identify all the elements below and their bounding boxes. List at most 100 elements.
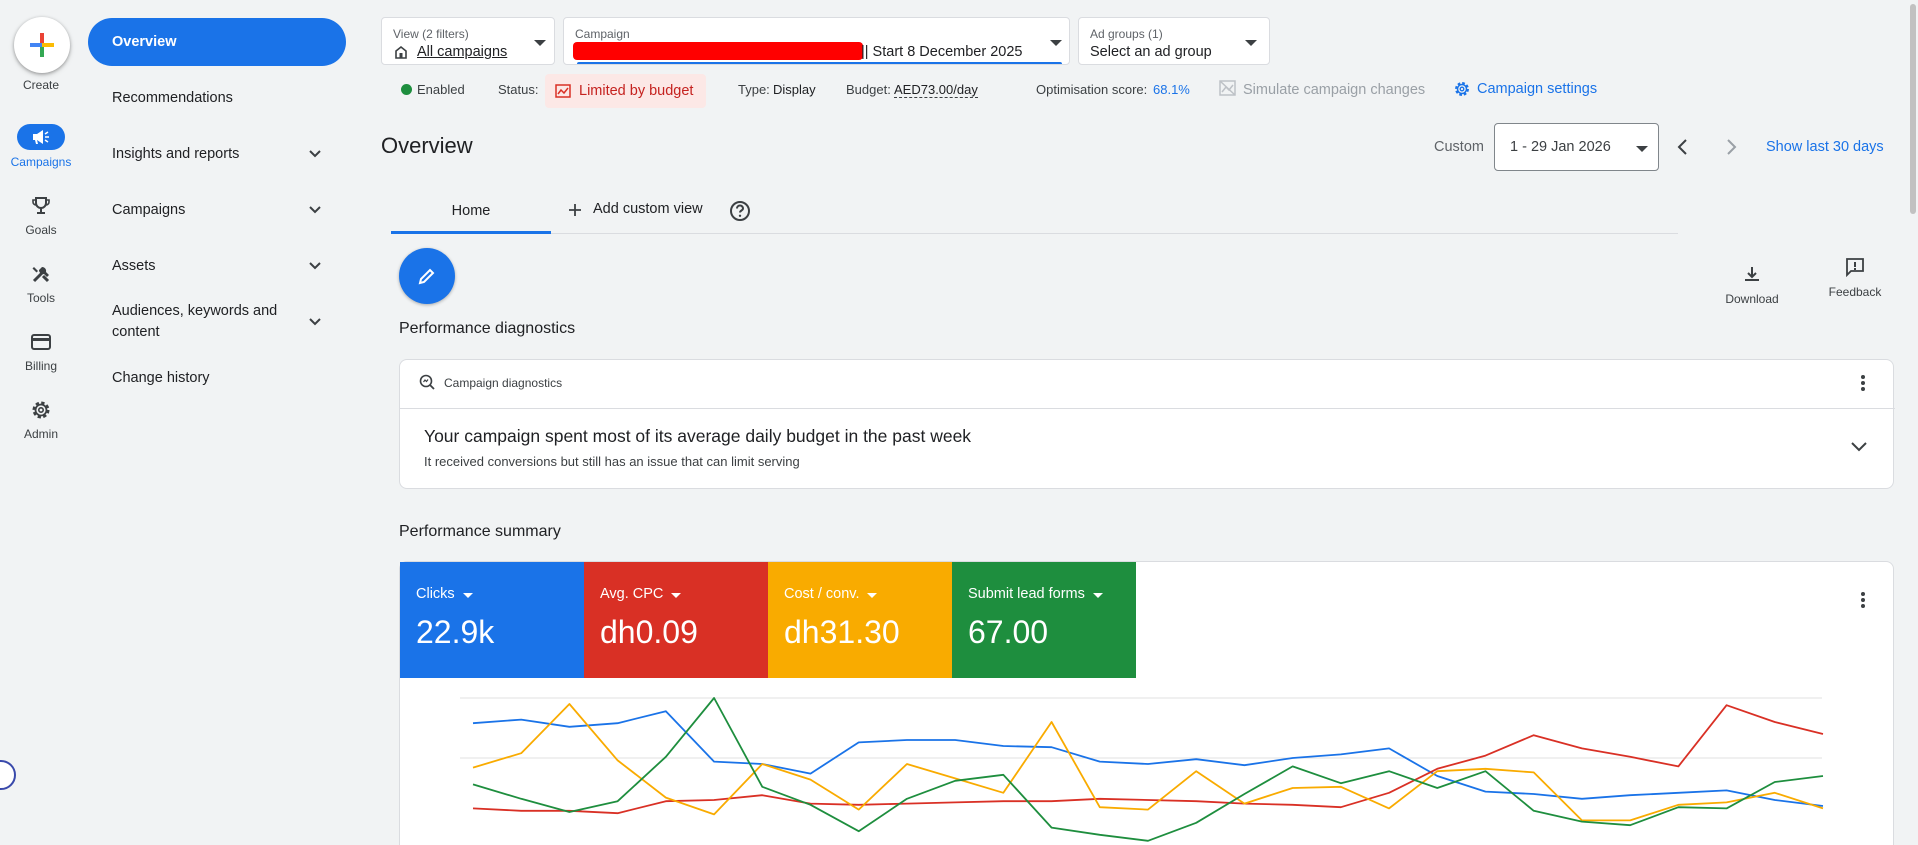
series-line-3 bbox=[472, 697, 1824, 842]
chevron-down-icon bbox=[309, 206, 321, 214]
nav-item-insights[interactable]: Insights and reports bbox=[88, 130, 346, 178]
nav-item-recommendations[interactable]: Recommendations bbox=[88, 74, 346, 122]
expand-chevron-icon[interactable] bbox=[1850, 441, 1868, 453]
nav-item-assets[interactable]: Assets bbox=[88, 242, 346, 290]
tab-home-label: Home bbox=[451, 203, 491, 219]
scrollbar-track[interactable] bbox=[1908, 0, 1918, 845]
rail-label-goals: Goals bbox=[25, 223, 57, 237]
scrollbar-thumb[interactable] bbox=[1910, 4, 1916, 214]
simulate-link[interactable]: Simulate campaign changes bbox=[1243, 82, 1425, 98]
metric-label: Clicks bbox=[416, 586, 455, 602]
campaign-settings-link[interactable]: Campaign settings bbox=[1477, 81, 1597, 97]
nav-label: Campaigns bbox=[112, 202, 186, 218]
trophy-icon bbox=[27, 192, 55, 220]
rail-item-admin[interactable]: Admin bbox=[0, 396, 82, 456]
metric-card-1[interactable]: Avg. CPC dh0.09 bbox=[584, 562, 768, 678]
simulate-icon bbox=[1219, 80, 1236, 96]
card-divider bbox=[400, 408, 1895, 409]
nav-item-audiences[interactable]: Audiences, keywords and content bbox=[88, 298, 346, 346]
rail-item-tools[interactable]: Tools bbox=[0, 260, 82, 320]
chevron-left-icon[interactable] bbox=[1674, 137, 1692, 157]
add-custom-view-label: Add custom view bbox=[593, 201, 703, 217]
store-icon bbox=[395, 45, 407, 59]
chevron-down-icon bbox=[309, 150, 321, 158]
create-button[interactable] bbox=[14, 17, 70, 73]
rail-label-admin: Admin bbox=[23, 427, 58, 441]
performance-chart bbox=[460, 697, 1824, 842]
metric-label: Cost / conv. bbox=[784, 586, 860, 602]
nav-label: Audiences, keywords and content bbox=[112, 302, 278, 340]
more-vert-icon[interactable] bbox=[1860, 373, 1866, 393]
status-badge[interactable]: Limited by budget bbox=[545, 74, 706, 108]
nav-item-campaigns[interactable]: Campaigns bbox=[88, 186, 346, 234]
diagnostics-section-title: Performance diagnostics bbox=[399, 320, 576, 337]
caret-down-icon bbox=[463, 593, 473, 598]
tabs-divider bbox=[391, 233, 1678, 234]
metric-label: Avg. CPC bbox=[600, 586, 664, 602]
summary-section-title: Performance summary bbox=[399, 523, 561, 540]
diagnostics-subline: It received conversions but still has an… bbox=[424, 454, 800, 469]
chevron-right-icon[interactable] bbox=[1722, 137, 1740, 157]
nav-label: Assets bbox=[112, 258, 156, 274]
view-filter-value: All campaigns bbox=[417, 44, 508, 60]
opt-score-label: Optimisation score: bbox=[1036, 82, 1148, 97]
nav-label: Change history bbox=[112, 370, 210, 386]
tab-active-indicator bbox=[391, 231, 551, 234]
page-title: Overview bbox=[381, 133, 473, 158]
diagnostics-headline: Your campaign spent most of its average … bbox=[424, 426, 972, 446]
feedback-button[interactable]: Feedback bbox=[1815, 255, 1895, 305]
plus-icon bbox=[569, 204, 581, 216]
rail-item-campaigns[interactable]: Campaigns bbox=[0, 124, 82, 184]
show-last-30-days-link[interactable]: Show last 30 days bbox=[1766, 139, 1884, 155]
view-filter-label: View (2 filters) bbox=[393, 27, 469, 41]
metric-card-3[interactable]: Submit lead forms 67.00 bbox=[952, 562, 1136, 678]
enabled-text: Enabled bbox=[417, 82, 465, 97]
status-value: Limited by budget bbox=[579, 83, 694, 99]
tools-icon bbox=[27, 260, 55, 288]
nav-item-overview[interactable]: Overview bbox=[88, 18, 346, 66]
date-range-picker[interactable]: 1 - 29 Jan 2026 bbox=[1494, 123, 1659, 171]
metric-value: dh0.09 bbox=[600, 614, 698, 650]
help-icon[interactable] bbox=[729, 200, 751, 222]
campaign-filter[interactable]: Campaign || Start 8 December 2025 bbox=[563, 17, 1070, 65]
edit-button[interactable] bbox=[399, 248, 455, 304]
metric-card-2[interactable]: Cost / conv. dh31.30 bbox=[768, 562, 952, 678]
metric-value: 22.9k bbox=[416, 614, 495, 650]
date-mode-label: Custom bbox=[1434, 139, 1484, 155]
adgroup-filter-value: Select an ad group bbox=[1090, 44, 1212, 60]
rail-label-billing: Billing bbox=[24, 359, 57, 373]
opt-score-value[interactable]: 68.1% bbox=[1153, 82, 1190, 97]
download-button[interactable]: Download bbox=[1712, 262, 1792, 312]
trend-chart-icon bbox=[555, 84, 571, 98]
caret-down-icon bbox=[534, 40, 546, 46]
chevron-down-icon bbox=[309, 262, 321, 270]
diagnostics-card-title: Campaign diagnostics bbox=[444, 376, 563, 390]
rail-item-goals[interactable]: Goals bbox=[0, 192, 82, 252]
metric-card-0[interactable]: Clicks 22.9k bbox=[400, 562, 584, 678]
create-label: Create bbox=[22, 78, 60, 92]
credit-card-icon bbox=[27, 328, 55, 356]
status-label: Status: bbox=[498, 82, 539, 97]
campaign-filter-value: || Start 8 December 2025 bbox=[861, 44, 1023, 60]
adgroup-filter[interactable]: Ad groups (1) Select an ad group bbox=[1078, 17, 1270, 65]
tab-home[interactable]: Home bbox=[391, 194, 551, 234]
nav-item-change-history[interactable]: Change history bbox=[88, 354, 346, 402]
help-bubble[interactable] bbox=[0, 760, 16, 790]
budget-value[interactable]: AED73.00/day bbox=[894, 82, 978, 98]
caret-down-icon bbox=[1050, 40, 1062, 46]
rail-item-billing[interactable]: Billing bbox=[0, 328, 82, 388]
caret-down-icon bbox=[671, 593, 681, 598]
type-value: Display bbox=[773, 82, 816, 97]
app-rail: Create Campaigns Goals Tools Billing Adm… bbox=[0, 0, 82, 845]
series-line-0 bbox=[472, 710, 1824, 807]
feedback-label: Feedback bbox=[1828, 285, 1882, 299]
rail-label-campaigns: Campaigns bbox=[10, 155, 72, 169]
rail-label-tools: Tools bbox=[26, 291, 55, 305]
download-label: Download bbox=[1725, 292, 1779, 306]
plus-icon bbox=[30, 33, 54, 57]
view-filter[interactable]: View (2 filters) All campaigns bbox=[381, 17, 555, 65]
more-vert-icon[interactable] bbox=[1860, 590, 1866, 610]
redacted-block bbox=[573, 42, 863, 60]
metric-label: Submit lead forms bbox=[968, 586, 1085, 602]
metric-value: 67.00 bbox=[968, 614, 1049, 650]
